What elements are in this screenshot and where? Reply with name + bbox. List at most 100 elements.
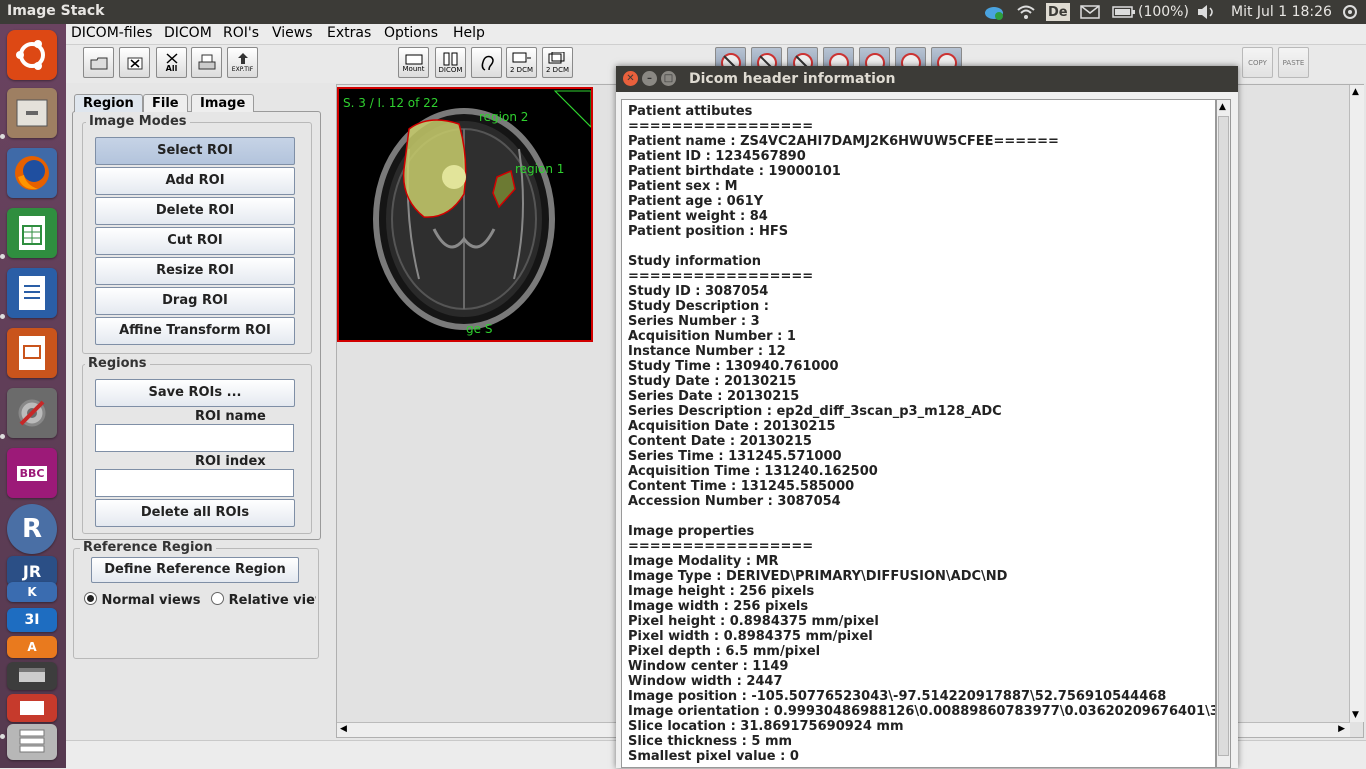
r-icon[interactable]: R (7, 504, 57, 554)
mri-image[interactable]: S. 3 / I. 12 of 22 region 2 region 1 ge … (337, 87, 593, 342)
dicom-header-line: Patient name : ZS4VC2AHI7DAMJ2K6HWUW5CFE… (628, 134, 1059, 149)
k-icon[interactable]: K (7, 582, 57, 602)
dicom-header-line: Accession Number : 3087054 (628, 494, 841, 509)
mount-button[interactable]: Mount (398, 47, 429, 78)
scroll-up-icon[interactable]: ▲ (1219, 102, 1226, 112)
firefox-icon[interactable] (7, 148, 57, 198)
menu-help[interactable]: Help (453, 25, 485, 41)
open-folder-button[interactable] (83, 47, 114, 78)
power-gear-icon[interactable] (1342, 3, 1358, 21)
dicom-header-text-area[interactable]: Patient attibutes ================= Patien… (621, 99, 1216, 768)
dicom-header-line: Pixel width : 0.8984375 mm/pixel (628, 629, 873, 644)
maximize-icon[interactable]: □ (661, 71, 676, 86)
menu-extras[interactable]: Extras (327, 25, 371, 41)
menu-options[interactable]: Options (384, 25, 438, 41)
tab-image[interactable]: Image (191, 94, 255, 112)
top-panel: Image Stack De (100%) Mit Jul 1 18:26 (0, 0, 1366, 24)
system-settings-icon[interactable] (7, 388, 57, 438)
scroll-thumb[interactable] (1218, 116, 1229, 756)
roi-name-label: ROI name (195, 409, 266, 424)
dicom-header-line: Pixel height : 0.8984375 mm/pixel (628, 614, 879, 629)
battery-icon[interactable] (1112, 3, 1136, 21)
dicom-header-line: Patient age : 061Y (628, 194, 764, 209)
menu-views[interactable]: Views (272, 25, 313, 41)
roi-name-field[interactable] (95, 424, 294, 452)
delete-roi-button[interactable]: Delete ROI (95, 197, 295, 225)
add-roi-button[interactable]: Add ROI (95, 167, 295, 195)
copy-button[interactable]: COPY (1242, 47, 1273, 78)
dialog-title: Dicom header information (689, 71, 896, 87)
image-modes-title: Image Modes (86, 114, 190, 129)
tab-region[interactable]: Region (74, 94, 143, 112)
volume-icon[interactable] (1196, 3, 1218, 21)
delete-all-rois-button[interactable]: Delete all ROIs (95, 499, 295, 527)
dicom-header-line: Image Modality : MR (628, 554, 779, 569)
close-icon[interactable]: ✕ (623, 71, 638, 86)
print-button[interactable] (191, 47, 222, 78)
select-roi-button[interactable]: Select ROI (95, 137, 295, 165)
dicom-header-line: Slice thickness : 5 mm (628, 734, 793, 749)
clock[interactable]: Mit Jul 1 18:26 (1231, 3, 1332, 21)
paste-button[interactable]: PASTE (1278, 47, 1309, 78)
dicom-header-line: Image height : 256 pixels (628, 584, 815, 599)
dicom-header-line: Smallest pixel value : 0 (628, 749, 799, 764)
affine-transform-roi-button[interactable]: Affine Transform ROI (95, 317, 295, 345)
libreoffice-impress-icon[interactable] (7, 328, 57, 378)
to-dcm-series-button[interactable]: 2 DCM (542, 47, 573, 78)
tab-file[interactable]: File (143, 94, 188, 112)
to-dcm-button[interactable]: 2 DCM (506, 47, 537, 78)
stack-icon[interactable] (7, 724, 57, 760)
menu-rois[interactable]: ROI's (223, 25, 259, 41)
resize-roi-button[interactable]: Resize ROI (95, 257, 295, 285)
dicom-header-line: Patient position : HFS (628, 224, 789, 239)
dialog-vertical-scrollbar[interactable]: ▲ (1216, 99, 1231, 768)
menu-dicom-files[interactable]: DICOM-files (71, 25, 152, 41)
viewport-vertical-scrollbar[interactable]: ▲ ▼ (1349, 85, 1364, 722)
keyboard-layout-indicator[interactable]: De (1046, 3, 1070, 21)
running-indicator (0, 254, 5, 259)
close-all-button[interactable]: All (156, 47, 187, 78)
ubuntu-dash-icon[interactable] (7, 30, 57, 80)
mail-icon[interactable] (1080, 3, 1100, 21)
dicom-header-line: Window width : 2447 (628, 674, 783, 689)
scroll-up-icon[interactable]: ▲ (1352, 87, 1359, 97)
close-image-button[interactable] (119, 47, 150, 78)
ear-button[interactable] (471, 47, 502, 78)
dicom-header-line: Patient weight : 84 (628, 209, 768, 224)
dicom-header-line: Image width : 256 pixels (628, 599, 809, 614)
libreoffice-writer-icon[interactable] (7, 268, 57, 318)
running-indicator (0, 434, 5, 439)
export-tif-button[interactable]: EXP.TIF (227, 47, 258, 78)
normal-views-radio[interactable] (84, 592, 97, 605)
pad-icon[interactable] (7, 694, 57, 722)
dicom-header-line: Patient sex : M (628, 179, 738, 194)
menu-dicom[interactable]: DICOM (164, 25, 212, 41)
scroll-down-icon[interactable]: ▼ (1352, 710, 1359, 720)
3i-icon[interactable]: 3I (7, 608, 57, 632)
wifi-icon[interactable] (1016, 3, 1036, 21)
scanner-icon[interactable] (7, 662, 57, 690)
a-icon[interactable]: A (7, 636, 57, 658)
relative-views-radio[interactable] (211, 592, 225, 605)
region-2-label: region 2 (479, 110, 528, 124)
roi-index-field[interactable] (95, 469, 294, 497)
define-reference-region-button[interactable]: Define Reference Region (91, 557, 299, 583)
files-icon[interactable] (7, 88, 57, 138)
scroll-left-icon[interactable]: ◀ (340, 724, 347, 734)
dialog-title-bar[interactable]: ✕ – □ Dicom header information (616, 66, 1238, 92)
cloud-icon[interactable] (984, 3, 1006, 21)
cut-roi-button[interactable]: Cut ROI (95, 227, 295, 255)
bbc-icon[interactable]: BBC (7, 448, 57, 498)
save-rois-button[interactable]: Save ROIs ... (95, 379, 295, 407)
running-indicator (0, 134, 5, 139)
dicom-header-line (628, 509, 1215, 524)
dicom-button[interactable]: DICOM (435, 47, 466, 78)
dicom-header-line: Slice location : 31.869175690924 mm (628, 719, 904, 734)
minimize-icon[interactable]: – (642, 71, 657, 86)
drag-roi-button[interactable]: Drag ROI (95, 287, 295, 315)
scroll-right-icon[interactable]: ▶ (1338, 724, 1345, 734)
dicom-header-line: Study Date : 20130215 (628, 374, 797, 389)
libreoffice-calc-icon[interactable] (7, 208, 57, 258)
battery-percent: (100%) (1138, 4, 1189, 20)
dicom-header-line: Content Time : 131245.585000 (628, 479, 855, 494)
